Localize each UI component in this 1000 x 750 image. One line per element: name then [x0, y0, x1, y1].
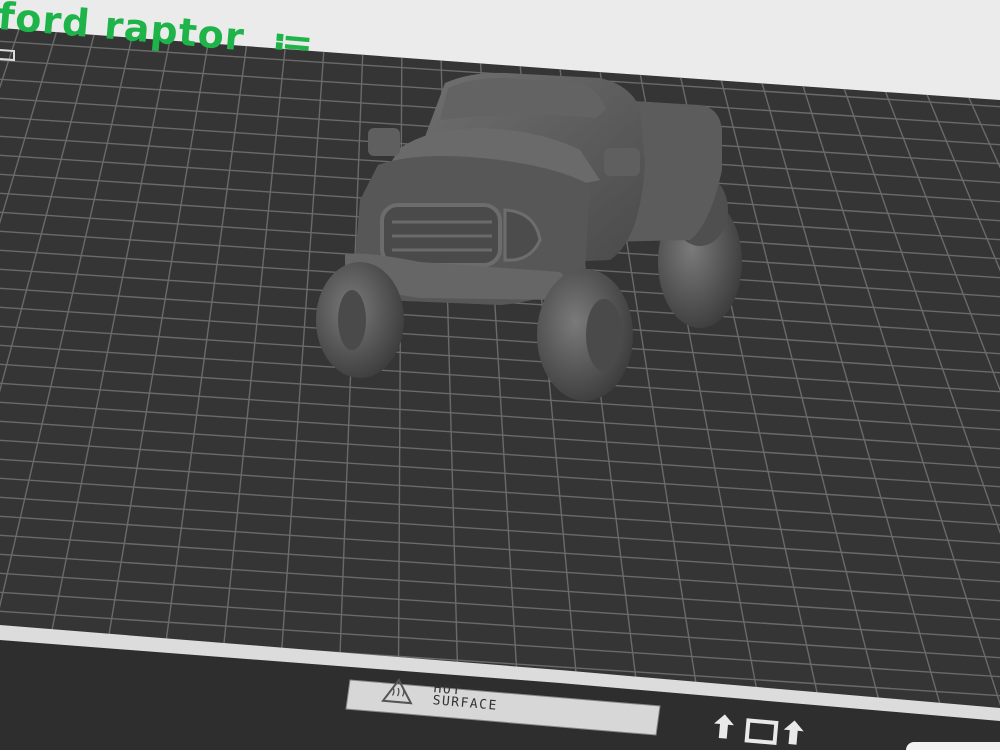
right-mirror	[604, 148, 640, 176]
hot-surface-label: HOT SURFACE	[432, 681, 499, 714]
truck-windshield	[440, 78, 606, 120]
bottom-right-panel	[906, 742, 1000, 750]
build-plate-scene[interactable]	[0, 0, 1000, 750]
edit-name-icon[interactable]: ≔	[271, 18, 316, 65]
3d-viewport[interactable]: ford raptor ≔ HOT SURFACE	[0, 0, 1000, 750]
left-mirror	[368, 128, 400, 156]
